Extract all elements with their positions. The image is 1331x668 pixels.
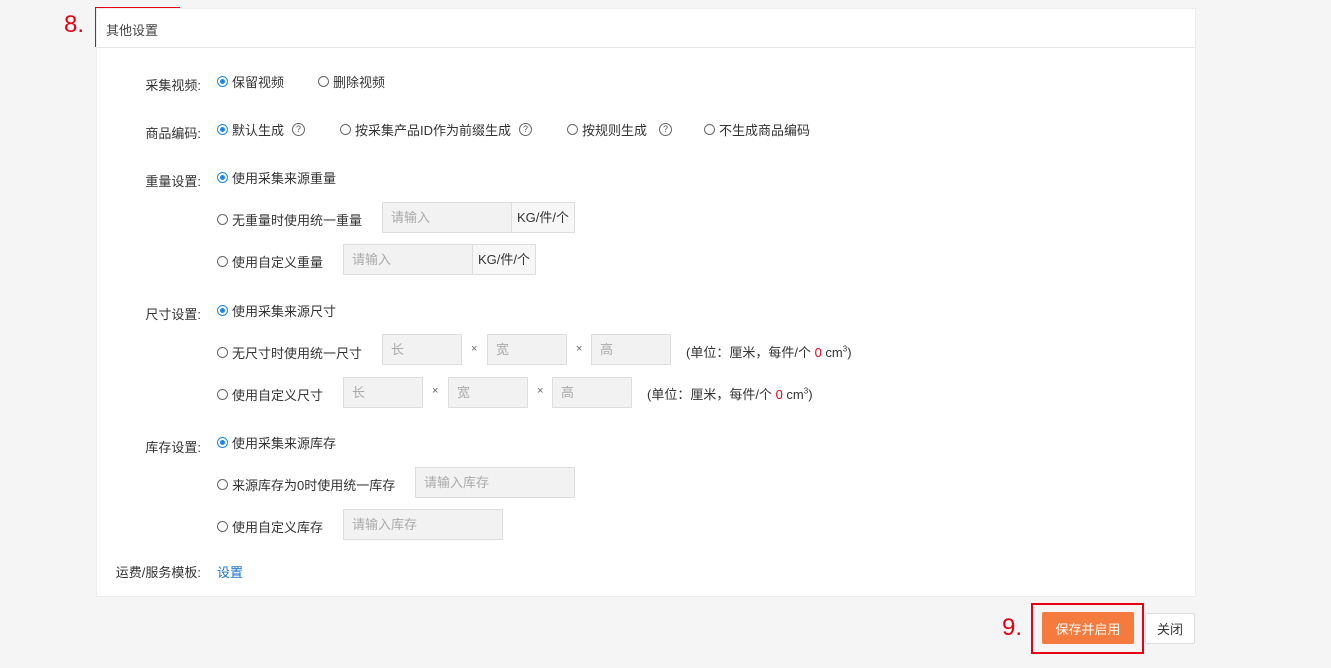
radio-delete-video[interactable]: 删除视频 <box>318 72 385 91</box>
step-8-annotation: 8. <box>64 11 85 38</box>
weight-label: 重量设置: <box>145 174 201 189</box>
step-9-annotation: 9. <box>1002 614 1023 641</box>
custom-width-input[interactable]: 宽 <box>448 377 528 408</box>
help-icon[interactable]: ? <box>292 123 306 136</box>
radio-keep-video[interactable]: 保留视频 <box>217 72 284 91</box>
times-icon: × <box>576 343 583 355</box>
radio-unchecked-icon <box>217 521 228 532</box>
times-icon: × <box>471 343 478 355</box>
shipping-settings-link[interactable]: 设置 <box>217 562 243 581</box>
times-icon: × <box>432 385 439 397</box>
radio-size-source[interactable]: 使用采集来源尺寸 <box>217 301 336 320</box>
panel-header: 其他设置 <box>97 9 1195 48</box>
uniform-height-input[interactable]: 高 <box>591 334 671 365</box>
radio-unchecked-icon <box>217 256 228 267</box>
radio-checked-icon <box>217 305 228 316</box>
radio-size-uniform[interactable]: 无尺寸时使用统一尺寸 <box>217 343 362 362</box>
radio-weight-custom[interactable]: 使用自定义重量 <box>217 252 323 271</box>
radio-sku-prefix[interactable]: 按采集产品ID作为前缀生成 ? <box>340 120 533 139</box>
radio-size-custom[interactable]: 使用自定义尺寸 <box>217 385 323 404</box>
radio-unchecked-icon <box>340 124 351 135</box>
radio-checked-icon <box>217 124 228 135</box>
shipping-label: 运费/服务模板: <box>115 565 201 580</box>
uniform-weight-input[interactable]: 请输入 <box>382 202 512 233</box>
custom-stock-input[interactable]: 请输入库存 <box>343 509 503 540</box>
help-icon[interactable]: ? <box>519 123 533 136</box>
custom-weight-input[interactable]: 请输入 <box>343 244 473 275</box>
custom-length-input[interactable]: 长 <box>343 377 423 408</box>
radio-stock-uniform[interactable]: 来源库存为0时使用统一库存 <box>217 475 395 494</box>
weight-unit-addon: KG/件/个 <box>512 202 575 233</box>
save-and-enable-button[interactable]: 保存并启用 <box>1042 612 1134 644</box>
radio-sku-default[interactable]: 默认生成 ? <box>217 120 306 139</box>
radio-unchecked-icon <box>217 214 228 225</box>
radio-checked-icon <box>217 172 228 183</box>
radio-checked-icon <box>217 437 228 448</box>
section-title: 其他设置 <box>106 23 159 38</box>
size-unit-note: (单位：厘米，每件/个 0 cm3) <box>647 386 813 402</box>
radio-unchecked-icon <box>318 76 329 87</box>
other-settings-panel: 其他设置 采集视频: 保留视频 删除视频 商品编码: 默认生成 ? 按采集产品I… <box>96 8 1196 597</box>
uniform-stock-input[interactable]: 请输入库存 <box>415 467 575 498</box>
radio-sku-none[interactable]: 不生成商品编码 <box>704 120 810 139</box>
video-label: 采集视频: <box>145 78 201 93</box>
radio-weight-uniform[interactable]: 无重量时使用统一重量 <box>217 210 362 229</box>
radio-stock-custom[interactable]: 使用自定义库存 <box>217 517 323 536</box>
unit-volume-value: 0 <box>775 387 783 402</box>
uniform-width-input[interactable]: 宽 <box>487 334 567 365</box>
size-label: 尺寸设置: <box>145 307 201 322</box>
radio-unchecked-icon <box>217 389 228 400</box>
weight-unit-addon: KG/件/个 <box>473 244 536 275</box>
radio-stock-source[interactable]: 使用采集来源库存 <box>217 433 336 452</box>
uniform-length-input[interactable]: 长 <box>382 334 462 365</box>
radio-unchecked-icon <box>217 347 228 358</box>
custom-height-input[interactable]: 高 <box>552 377 632 408</box>
sku-label: 商品编码: <box>145 126 201 141</box>
radio-sku-rule[interactable]: 按规则生成 ? <box>567 120 673 139</box>
size-unit-note: (单位：厘米，每件/个 0 cm3) <box>686 344 852 360</box>
radio-unchecked-icon <box>567 124 578 135</box>
radio-checked-icon <box>217 76 228 87</box>
radio-unchecked-icon <box>217 479 228 490</box>
stock-label: 库存设置: <box>145 440 201 455</box>
radio-weight-source[interactable]: 使用采集来源重量 <box>217 168 336 187</box>
radio-unchecked-icon <box>704 124 715 135</box>
times-icon: × <box>537 385 544 397</box>
close-button[interactable]: 关闭 <box>1145 613 1195 644</box>
unit-volume-value: 0 <box>814 345 822 360</box>
help-icon[interactable]: ? <box>659 123 673 136</box>
